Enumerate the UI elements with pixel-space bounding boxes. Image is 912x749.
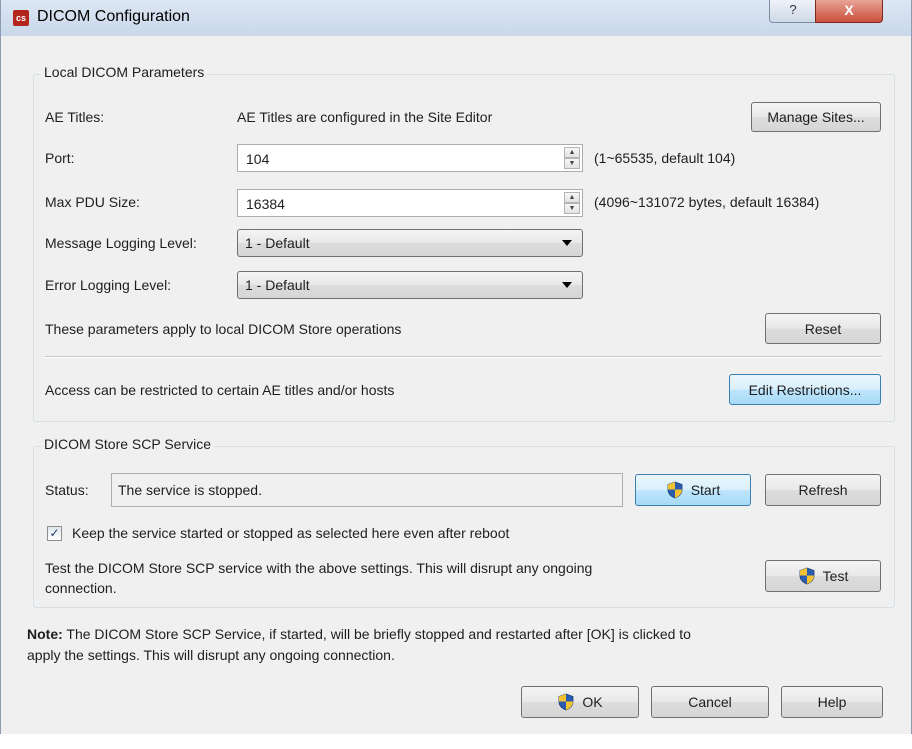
status-value: The service is stopped. — [118, 482, 262, 498]
window-title: DICOM Configuration — [37, 8, 190, 25]
max-pdu-stepper[interactable]: ▲ ▼ — [237, 189, 583, 217]
error-logging-select[interactable]: 1 - Default — [237, 271, 583, 299]
max-pdu-label: Max PDU Size: — [45, 194, 140, 210]
note-line2: apply the settings. This will disrupt an… — [27, 647, 395, 663]
shield-icon — [799, 567, 815, 585]
dicom-store-scp-title: DICOM Store SCP Service — [41, 436, 215, 452]
shield-icon — [667, 481, 683, 499]
dropdown-arrow-icon — [562, 282, 572, 288]
message-logging-value: 1 - Default — [245, 235, 310, 251]
manage-sites-button[interactable]: Manage Sites... — [751, 102, 881, 132]
message-logging-select[interactable]: 1 - Default — [237, 229, 583, 257]
spin-down-icon[interactable]: ▼ — [564, 203, 580, 214]
params-note: These parameters apply to local DICOM St… — [45, 321, 402, 337]
test-button[interactable]: Test — [765, 560, 881, 592]
spin-down-icon[interactable]: ▼ — [564, 158, 580, 169]
error-logging-label: Error Logging Level: — [45, 277, 172, 293]
close-button[interactable]: X — [815, 0, 883, 23]
port-stepper[interactable]: ▲ ▼ — [237, 144, 583, 172]
max-pdu-input[interactable] — [244, 194, 548, 214]
refresh-button[interactable]: Refresh — [765, 474, 881, 506]
max-pdu-spinner[interactable]: ▲ ▼ — [564, 192, 580, 214]
note-line1: Note: The DICOM Store SCP Service, if st… — [27, 626, 691, 642]
spin-up-icon[interactable]: ▲ — [564, 192, 580, 203]
shield-icon — [558, 693, 574, 711]
access-note: Access can be restricted to certain AE t… — [45, 382, 395, 398]
ok-button[interactable]: OK — [521, 686, 639, 718]
keep-service-label[interactable]: Keep the service started or stopped as s… — [72, 525, 509, 541]
edit-restrictions-button[interactable]: Edit Restrictions... — [729, 374, 881, 405]
reset-button[interactable]: Reset — [765, 313, 881, 344]
message-logging-label: Message Logging Level: — [45, 235, 197, 251]
test-label: Test — [822, 568, 849, 584]
dropdown-arrow-icon — [562, 240, 572, 246]
app-icon: cs — [13, 10, 29, 26]
port-label: Port: — [45, 150, 75, 166]
dicom-configuration-dialog: cs DICOM Configuration ? X Local DICOM P… — [0, 0, 912, 735]
ae-titles-text: AE Titles are configured in the Site Edi… — [237, 109, 493, 125]
status-label: Status: — [45, 482, 89, 498]
test-note-line1: Test the DICOM Store SCP service with th… — [45, 560, 593, 576]
start-label: Start — [690, 482, 721, 498]
help-button[interactable]: Help — [781, 686, 883, 718]
spin-up-icon[interactable]: ▲ — [564, 147, 580, 158]
title-bar[interactable]: cs DICOM Configuration ? X — [1, 0, 911, 36]
ok-label: OK — [582, 694, 603, 710]
error-logging-value: 1 - Default — [245, 277, 310, 293]
note-text-line1: The DICOM Store SCP Service, if started,… — [62, 626, 691, 642]
local-dicom-parameters-title: Local DICOM Parameters — [41, 64, 208, 80]
test-note-line2: connection. — [45, 580, 117, 596]
port-spinner[interactable]: ▲ ▼ — [564, 147, 580, 169]
port-hint: (1~65535, default 104) — [594, 150, 736, 166]
port-input[interactable] — [244, 149, 548, 169]
max-pdu-hint: (4096~131072 bytes, default 16384) — [594, 194, 820, 210]
start-button[interactable]: Start — [635, 474, 751, 506]
status-field: The service is stopped. — [111, 473, 623, 507]
help-title-button[interactable]: ? — [769, 0, 817, 23]
ae-titles-label: AE Titles: — [45, 109, 105, 125]
keep-service-checkbox[interactable]: ✓ — [47, 526, 62, 541]
separator — [45, 356, 881, 358]
background-strip — [0, 734, 912, 749]
note-bold: Note: — [27, 626, 63, 642]
cancel-button[interactable]: Cancel — [651, 686, 769, 718]
